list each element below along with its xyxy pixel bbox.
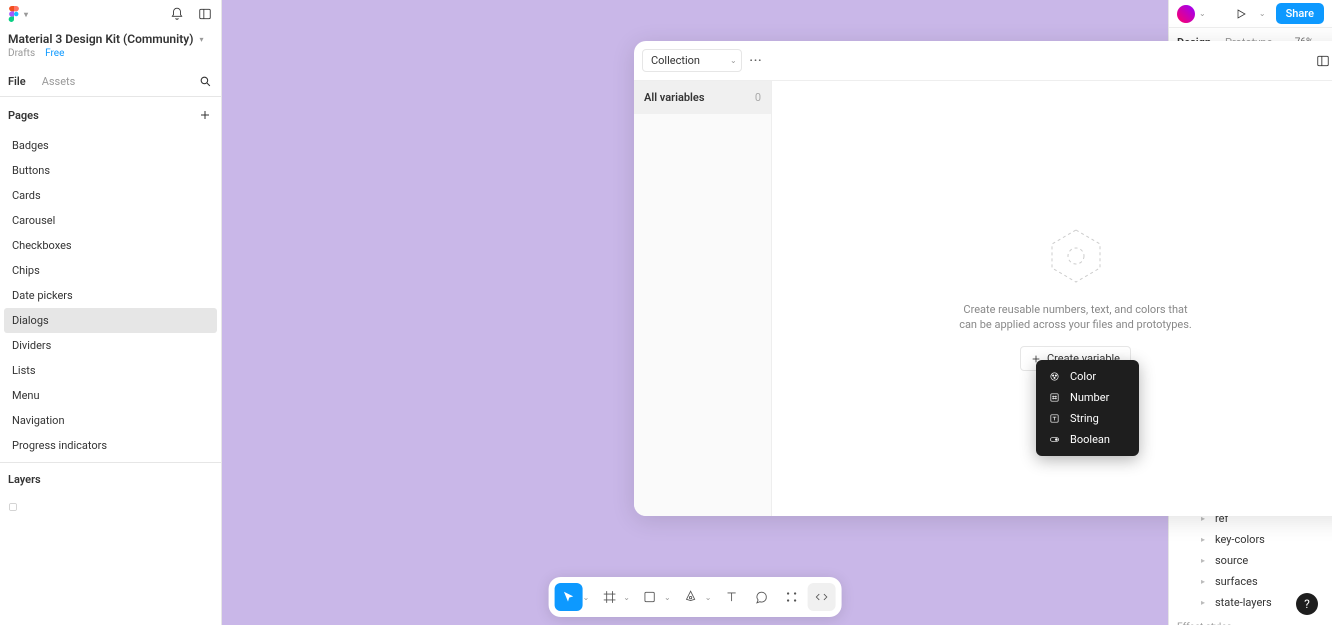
more-options-icon[interactable]: ···	[748, 53, 764, 69]
avatar[interactable]	[1177, 5, 1195, 23]
all-variables-item[interactable]: All variables 0	[634, 81, 771, 114]
page-item[interactable]: Navigation	[4, 408, 217, 433]
frame-tool[interactable]	[595, 583, 623, 611]
page-item[interactable]: Checkboxes	[4, 233, 217, 258]
toolbar: ⌄ ⌄ ⌄ ⌄	[549, 577, 842, 617]
page-item[interactable]: Buttons	[4, 158, 217, 183]
move-tool[interactable]	[555, 583, 583, 611]
all-variables-count: 0	[755, 91, 761, 104]
chevron-down-icon[interactable]: ⌄	[1259, 9, 1266, 18]
notifications-icon[interactable]	[169, 6, 185, 22]
chevron-down-icon[interactable]: ▾	[199, 35, 203, 44]
page-item[interactable]: Menu	[4, 383, 217, 408]
color-type-icon	[1048, 371, 1060, 383]
variable-type-string[interactable]: String	[1036, 408, 1139, 429]
collection-select[interactable]: Collection ⌄	[642, 49, 742, 72]
page-item[interactable]: Lists	[4, 358, 217, 383]
page-item[interactable]: Dividers	[4, 333, 217, 358]
pages-header: Pages	[8, 109, 39, 122]
page-item[interactable]: Carousel	[4, 208, 217, 233]
left-panel: ▾ Material 3 Design Kit (Community) ▾ Dr…	[0, 0, 222, 625]
page-item[interactable]: Dialogs	[4, 308, 217, 333]
chevron-down-icon[interactable]: ⌄	[1199, 9, 1206, 18]
boolean-type-icon	[1048, 434, 1060, 446]
pen-tool-caret[interactable]: ⌄	[705, 593, 712, 602]
comment-tool[interactable]	[747, 583, 775, 611]
frame-tool-caret[interactable]: ⌄	[623, 593, 630, 602]
page-item[interactable]: Chips	[4, 258, 217, 283]
share-button[interactable]: Share	[1276, 3, 1324, 24]
variable-type-number[interactable]: Number	[1036, 387, 1139, 408]
page-item[interactable]: Progress indicators	[4, 433, 217, 458]
panel-layout-icon[interactable]	[1315, 53, 1331, 69]
file-plan[interactable]: Free	[45, 48, 64, 59]
variable-type-menu: ColorNumberStringBoolean	[1036, 360, 1139, 456]
help-button[interactable]: ?	[1296, 593, 1318, 615]
collection-label: Collection	[651, 54, 700, 67]
text-tool[interactable]	[717, 583, 745, 611]
page-item[interactable]: Badges	[4, 133, 217, 158]
tab-assets[interactable]: Assets	[42, 67, 76, 96]
search-icon[interactable]	[197, 74, 213, 90]
empty-state-text: Create reusable numbers, text, and color…	[956, 302, 1196, 333]
actions-tool[interactable]	[777, 583, 805, 611]
dev-mode-tool[interactable]	[807, 583, 835, 611]
chevron-down-icon: ▾	[24, 10, 28, 19]
variable-type-boolean[interactable]: Boolean	[1036, 429, 1139, 450]
color-style-group[interactable]: ▸key-colors	[1169, 529, 1332, 550]
page-item[interactable]: Cards	[4, 183, 217, 208]
tab-file[interactable]: File	[8, 67, 26, 96]
chevron-down-icon: ⌄	[730, 56, 737, 65]
color-style-group[interactable]: ▸surfaces	[1169, 571, 1332, 592]
number-type-icon	[1048, 392, 1060, 404]
shape-tool-caret[interactable]: ⌄	[664, 593, 671, 602]
variables-modal: Collection ⌄ ··· All variables 0	[634, 41, 1332, 516]
figma-menu[interactable]: ▾	[8, 6, 28, 22]
page-item[interactable]: Date pickers	[4, 283, 217, 308]
canvas[interactable]: Collection ⌄ ··· All variables 0	[222, 0, 1168, 625]
string-type-icon	[1048, 413, 1060, 425]
pen-tool[interactable]	[677, 583, 705, 611]
color-style-group[interactable]: ▸source	[1169, 550, 1332, 571]
file-location[interactable]: Drafts	[8, 48, 35, 59]
move-tool-caret[interactable]: ⌄	[583, 593, 590, 602]
layers-header: Layers	[8, 473, 41, 486]
add-page-icon[interactable]	[197, 107, 213, 123]
shape-tool[interactable]	[636, 583, 664, 611]
layer-item[interactable]	[0, 496, 221, 518]
panel-toggle-icon[interactable]	[197, 6, 213, 22]
variable-type-color[interactable]: Color	[1036, 366, 1139, 387]
file-name[interactable]: Material 3 Design Kit (Community)	[8, 32, 193, 46]
present-icon[interactable]	[1233, 6, 1249, 22]
empty-state-icon	[1046, 226, 1106, 286]
all-variables-label: All variables	[644, 91, 704, 104]
